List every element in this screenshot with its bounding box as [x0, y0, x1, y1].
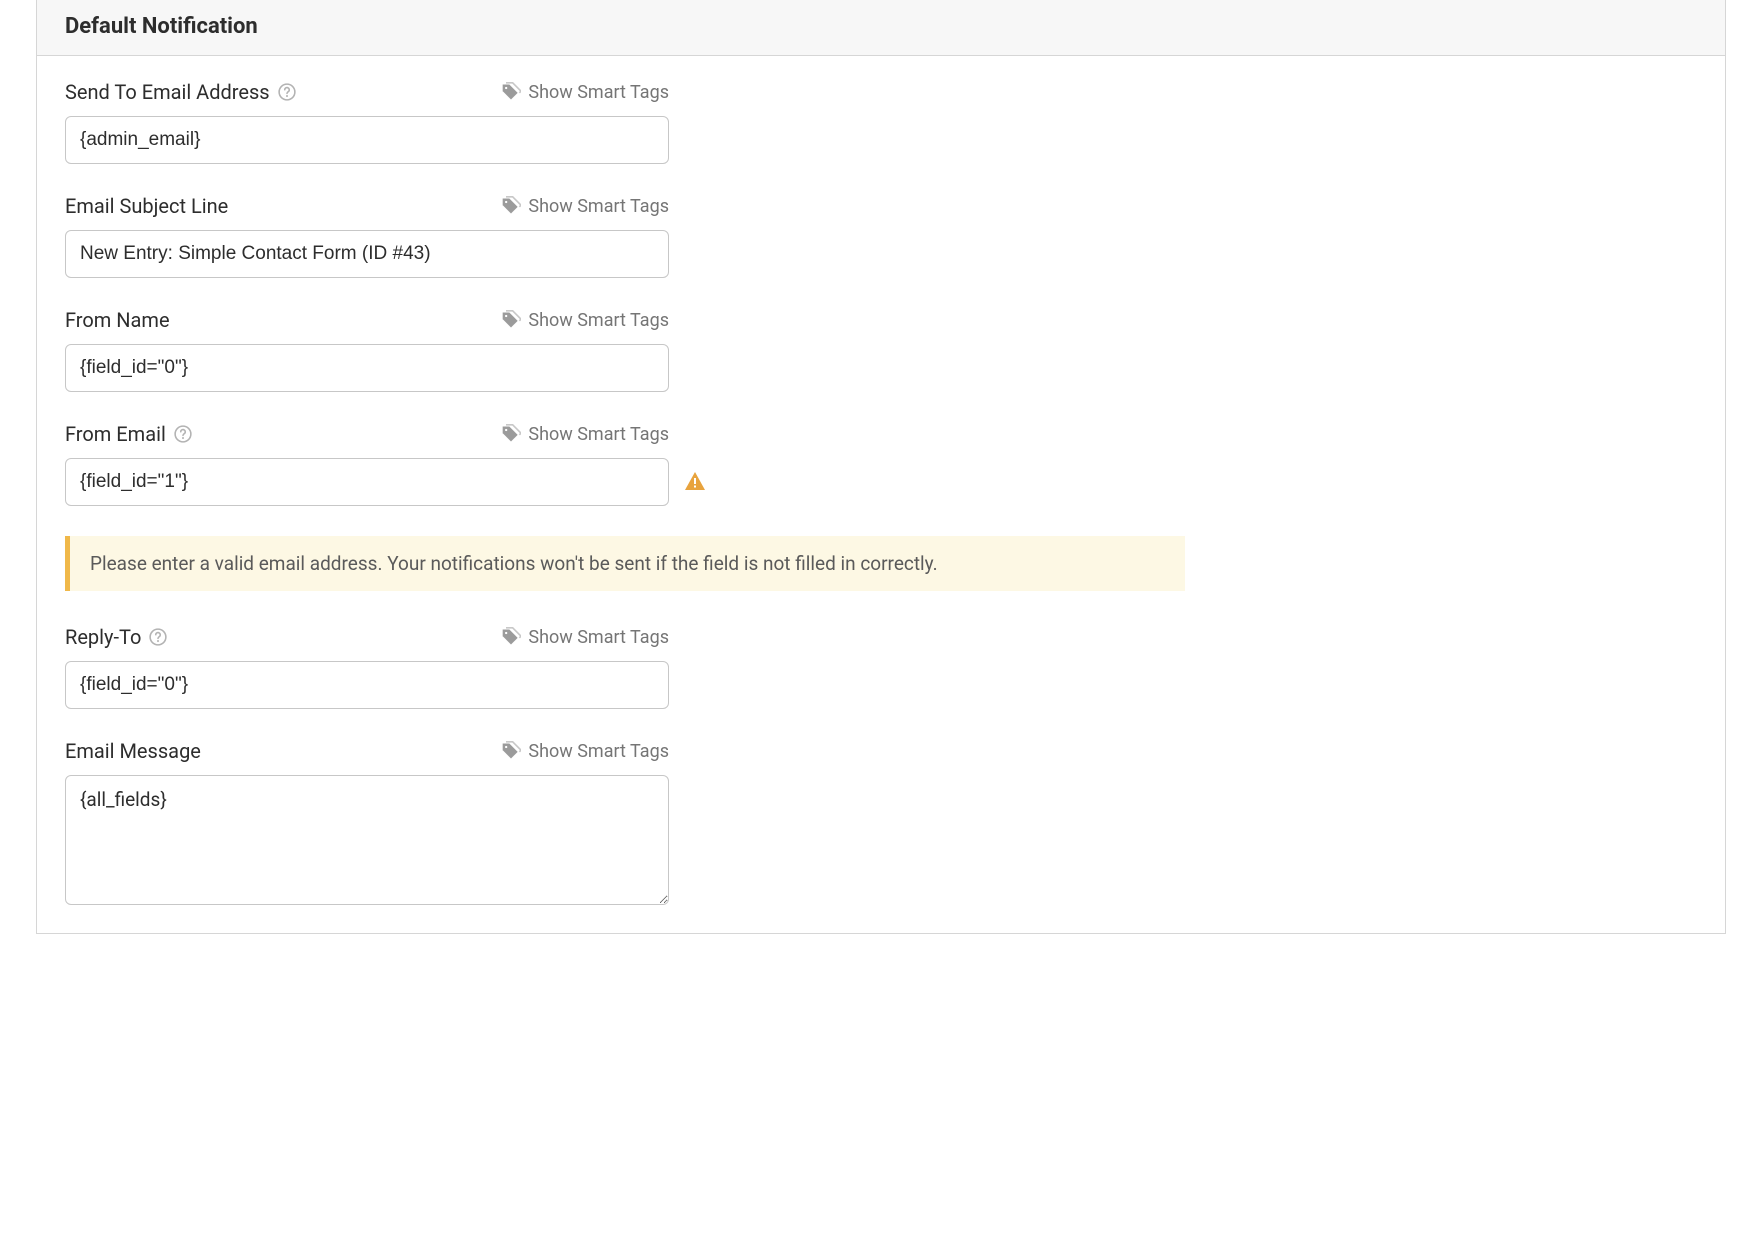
panel-title: Default Notification — [65, 14, 1697, 39]
smart-tags-label: Show Smart Tags — [528, 82, 669, 103]
field-from-email: From Email Show Smart Tags — [65, 422, 1185, 506]
field-head: Reply-To Show Smart Tags — [65, 625, 669, 649]
field-subject: Email Subject Line Show Smart Tags — [65, 194, 1185, 278]
show-smart-tags-button[interactable]: Show Smart Tags — [501, 82, 669, 103]
field-head: Email Message Show Smart Tags — [65, 739, 669, 763]
send-to-label: Send To Email Address — [65, 80, 270, 104]
tag-icon — [501, 82, 521, 102]
tag-icon — [501, 424, 521, 444]
send-to-input[interactable] — [65, 116, 669, 164]
show-smart-tags-button[interactable]: Show Smart Tags — [501, 310, 669, 331]
field-from-name: From Name Show Smart Tags — [65, 308, 1185, 392]
show-smart-tags-button[interactable]: Show Smart Tags — [501, 196, 669, 217]
help-icon[interactable] — [174, 425, 192, 443]
show-smart-tags-button[interactable]: Show Smart Tags — [501, 424, 669, 445]
from-email-input[interactable] — [65, 458, 669, 506]
subject-label: Email Subject Line — [65, 194, 228, 218]
from-email-label: From Email — [65, 422, 166, 446]
smart-tags-label: Show Smart Tags — [528, 310, 669, 331]
field-head: Email Subject Line Show Smart Tags — [65, 194, 669, 218]
field-head: From Email Show Smart Tags — [65, 422, 669, 446]
smart-tags-label: Show Smart Tags — [528, 196, 669, 217]
message-textarea[interactable] — [65, 775, 669, 905]
subject-input[interactable] — [65, 230, 669, 278]
reply-to-label: Reply-To — [65, 625, 141, 649]
help-icon[interactable] — [149, 628, 167, 646]
warning-icon — [683, 470, 707, 494]
field-head: From Name Show Smart Tags — [65, 308, 669, 332]
validation-notice: Please enter a valid email address. Your… — [65, 536, 1185, 591]
show-smart-tags-button[interactable]: Show Smart Tags — [501, 627, 669, 648]
smart-tags-label: Show Smart Tags — [528, 741, 669, 762]
notification-settings-panel: Default Notification Send To Email Addre… — [36, 0, 1726, 934]
from-name-label: From Name — [65, 308, 170, 332]
field-head: Send To Email Address Show Smart Tags — [65, 80, 669, 104]
tag-icon — [501, 627, 521, 647]
tag-icon — [501, 196, 521, 216]
tag-icon — [501, 310, 521, 330]
from-name-input[interactable] — [65, 344, 669, 392]
tag-icon — [501, 741, 521, 761]
show-smart-tags-button[interactable]: Show Smart Tags — [501, 741, 669, 762]
panel-body: Send To Email Address Show Smart Tags Em… — [37, 56, 1725, 933]
reply-to-input[interactable] — [65, 661, 669, 709]
field-reply-to: Reply-To Show Smart Tags — [65, 625, 1185, 709]
panel-header: Default Notification — [37, 0, 1725, 56]
field-send-to: Send To Email Address Show Smart Tags — [65, 80, 1185, 164]
smart-tags-label: Show Smart Tags — [528, 627, 669, 648]
message-label: Email Message — [65, 739, 201, 763]
help-icon[interactable] — [278, 83, 296, 101]
smart-tags-label: Show Smart Tags — [528, 424, 669, 445]
field-message: Email Message Show Smart Tags — [65, 739, 1185, 905]
